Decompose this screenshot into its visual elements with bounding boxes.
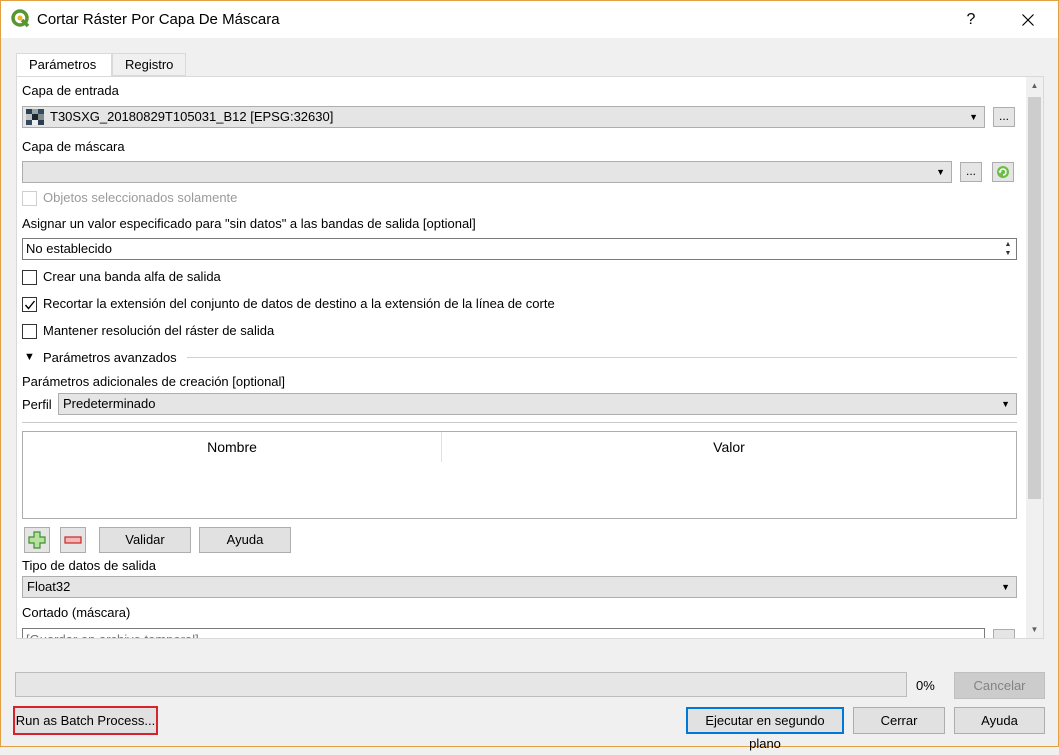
column-header-valor[interactable]: Valor xyxy=(442,432,1016,462)
scroll-up-icon[interactable]: ▲ xyxy=(1026,77,1043,94)
nodata-value: No establecido xyxy=(26,241,112,256)
qgis-logo-icon xyxy=(11,9,30,28)
output-file-input[interactable] xyxy=(22,628,985,638)
profile-label: Perfil xyxy=(22,397,52,412)
divider xyxy=(22,422,1017,423)
scroll-thumb[interactable] xyxy=(1028,97,1041,499)
profile-combo[interactable]: Predeterminado ▼ xyxy=(58,393,1017,415)
run-batch-button[interactable]: Run as Batch Process... xyxy=(13,706,158,735)
parameters-panel: Capa de entrada T30SXG_20180829T105031_B… xyxy=(16,76,1044,639)
input-layer-combo[interactable]: T30SXG_20180829T105031_B12 [EPSG:32630] … xyxy=(22,106,985,128)
nodata-label: Asignar un valor especificado para "sin … xyxy=(22,216,476,231)
checkbox-box xyxy=(22,297,37,312)
chevron-down-icon: ▼ xyxy=(969,112,978,122)
mask-layer-label: Capa de máscara xyxy=(22,139,125,154)
chevron-down-icon: ▼ xyxy=(1001,399,1010,409)
vertical-scrollbar[interactable]: ▲ ▼ xyxy=(1026,77,1043,638)
keep-resolution-label: Mantener resolución del ráster de salida xyxy=(43,323,275,338)
triangle-collapse-icon: ▼ xyxy=(24,351,35,363)
help-icon[interactable]: ? xyxy=(957,7,985,33)
tab-registro[interactable]: Registro xyxy=(112,53,186,76)
checkbox-box xyxy=(22,191,37,206)
scroll-down-icon[interactable]: ▼ xyxy=(1026,621,1043,638)
chevron-down-icon: ▼ xyxy=(936,167,945,177)
creation-options-label: Parámetros adicionales de creación [opti… xyxy=(22,374,286,389)
checkmark-icon xyxy=(24,300,36,310)
checkbox-box xyxy=(22,324,37,339)
advanced-section-toggle[interactable]: ▼ Parámetros avanzados xyxy=(22,349,1017,367)
progress-bar xyxy=(15,672,907,697)
progress-percent: 0% xyxy=(916,678,935,693)
output-browse-button[interactable] xyxy=(993,629,1015,638)
validate-button[interactable]: Validar xyxy=(99,527,191,553)
section-divider xyxy=(187,357,1017,358)
chevron-down-icon: ▼ xyxy=(1001,582,1010,592)
advanced-section-label: Parámetros avanzados xyxy=(43,350,177,365)
profile-value: Predeterminado xyxy=(63,396,156,411)
run-background-button[interactable]: Ejecutar en segundo plano xyxy=(686,707,844,751)
cancel-button[interactable]: Cancelar xyxy=(954,672,1045,699)
input-layer-label: Capa de entrada xyxy=(22,83,119,98)
raster-layer-icon xyxy=(26,109,44,125)
selected-only-label: Objetos seleccionados solamente xyxy=(43,190,238,205)
help-button[interactable]: Ayuda xyxy=(954,707,1045,734)
input-layer-value: T30SXG_20180829T105031_B12 [EPSG:32630] xyxy=(50,109,334,124)
window-title: Cortar Ráster Por Capa De Máscara xyxy=(37,11,280,28)
tab-parametros[interactable]: Parámetros xyxy=(16,53,112,77)
checkbox-box xyxy=(22,270,37,285)
output-type-value: Float32 xyxy=(27,579,71,594)
dialog-window: Cortar Ráster Por Capa De Máscara ? Pará… xyxy=(0,0,1059,751)
title-bar: Cortar Ráster Por Capa De Máscara ? xyxy=(1,1,1058,38)
output-label: Cortado (máscara) xyxy=(22,605,131,620)
close-icon[interactable] xyxy=(1013,7,1043,33)
spinner-arrows-icon[interactable]: ▲ ▼ xyxy=(1002,240,1014,258)
alpha-band-label: Crear una banda alfa de salida xyxy=(43,269,221,284)
nodata-input[interactable]: No establecido ▲ ▼ xyxy=(22,238,1017,260)
output-type-label: Tipo de datos de salida xyxy=(22,558,156,573)
mask-layer-combo[interactable]: ▼ xyxy=(22,161,952,183)
creation-options-table[interactable]: Nombre Valor xyxy=(22,431,1017,519)
add-plus-icon[interactable] xyxy=(24,527,50,553)
remove-minus-icon[interactable] xyxy=(60,527,86,553)
close-button[interactable]: Cerrar xyxy=(853,707,945,734)
mask-layer-browse-button[interactable]: ... xyxy=(960,162,982,182)
input-layer-browse-button[interactable]: ... xyxy=(993,107,1015,127)
crop-extent-label: Recortar la extensión del conjunto de da… xyxy=(43,296,555,311)
output-type-combo[interactable]: Float32 ▼ xyxy=(22,576,1017,598)
column-header-nombre[interactable]: Nombre xyxy=(23,432,441,462)
refresh-green-icon[interactable] xyxy=(992,162,1014,182)
table-help-button[interactable]: Ayuda xyxy=(199,527,291,553)
